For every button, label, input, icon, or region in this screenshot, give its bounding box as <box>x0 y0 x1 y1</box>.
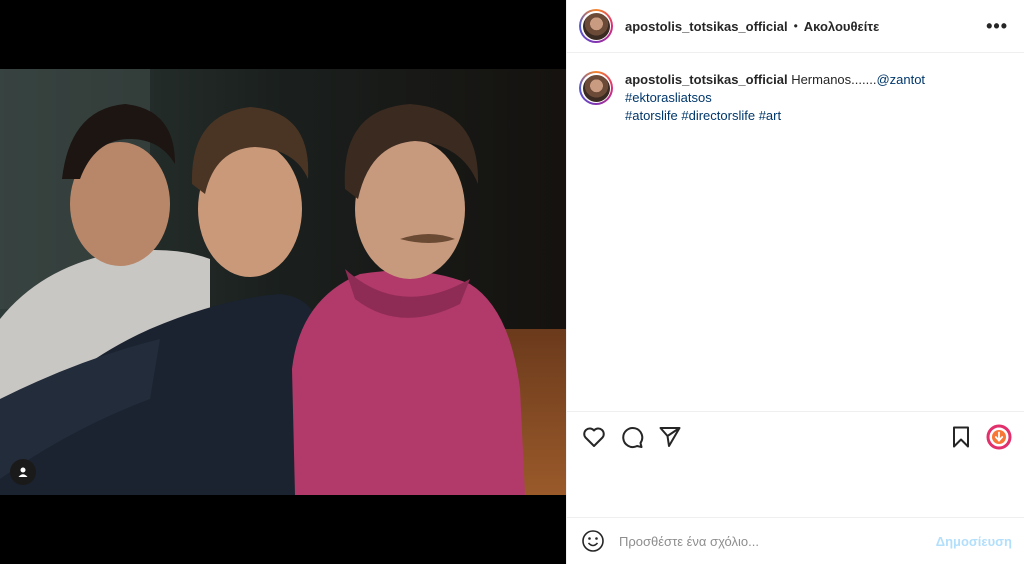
hashtag-link[interactable]: #directorslife <box>681 108 755 123</box>
hashtag-link[interactable]: #atorslife <box>625 108 678 123</box>
author-avatar[interactable] <box>579 9 613 43</box>
more-options-icon[interactable]: ••• <box>986 16 1008 37</box>
heart-icon <box>583 427 605 447</box>
caption-author-avatar[interactable] <box>579 71 613 105</box>
comment-input[interactable] <box>617 532 936 550</box>
hashtag-link[interactable]: #art <box>759 108 781 123</box>
post-media <box>0 0 566 564</box>
download-button[interactable] <box>986 424 1012 450</box>
post-caption: apostolis_totsikas_official Hermanos....… <box>567 53 1024 125</box>
post-photo[interactable] <box>0 69 566 495</box>
person-icon <box>18 467 28 477</box>
share-icon <box>659 426 681 447</box>
header-separator: • <box>793 19 798 33</box>
save-button[interactable] <box>948 424 974 450</box>
bookmark-icon <box>953 426 969 447</box>
author-username[interactable]: apostolis_totsikas_official <box>625 19 788 34</box>
selfie-photo-image <box>0 69 566 495</box>
action-bar <box>567 411 1024 461</box>
comment-button[interactable] <box>619 424 645 450</box>
tagged-user-icon[interactable] <box>10 459 36 485</box>
comment-icon <box>622 426 644 448</box>
download-icon <box>986 424 1012 449</box>
like-button[interactable] <box>581 424 607 450</box>
post-sidebar: apostolis_totsikas_official • Ακολουθείτ… <box>566 0 1024 564</box>
caption-username[interactable]: apostolis_totsikas_official <box>625 72 788 87</box>
post-header: apostolis_totsikas_official • Ακολουθείτ… <box>567 0 1024 53</box>
hashtag-link[interactable]: #ektorasliatsos <box>625 90 712 105</box>
comment-bar: Δημοσίευση <box>567 517 1024 564</box>
following-button[interactable]: Ακολουθείτε <box>804 19 880 34</box>
caption-text: apostolis_totsikas_official Hermanos....… <box>625 71 1008 125</box>
caption-body: Hermanos....... <box>791 72 877 87</box>
share-button[interactable] <box>657 424 683 450</box>
emoji-icon[interactable] <box>581 529 605 553</box>
post-comment-button[interactable]: Δημοσίευση <box>936 534 1012 549</box>
mention-link[interactable]: @zantot <box>876 72 925 87</box>
